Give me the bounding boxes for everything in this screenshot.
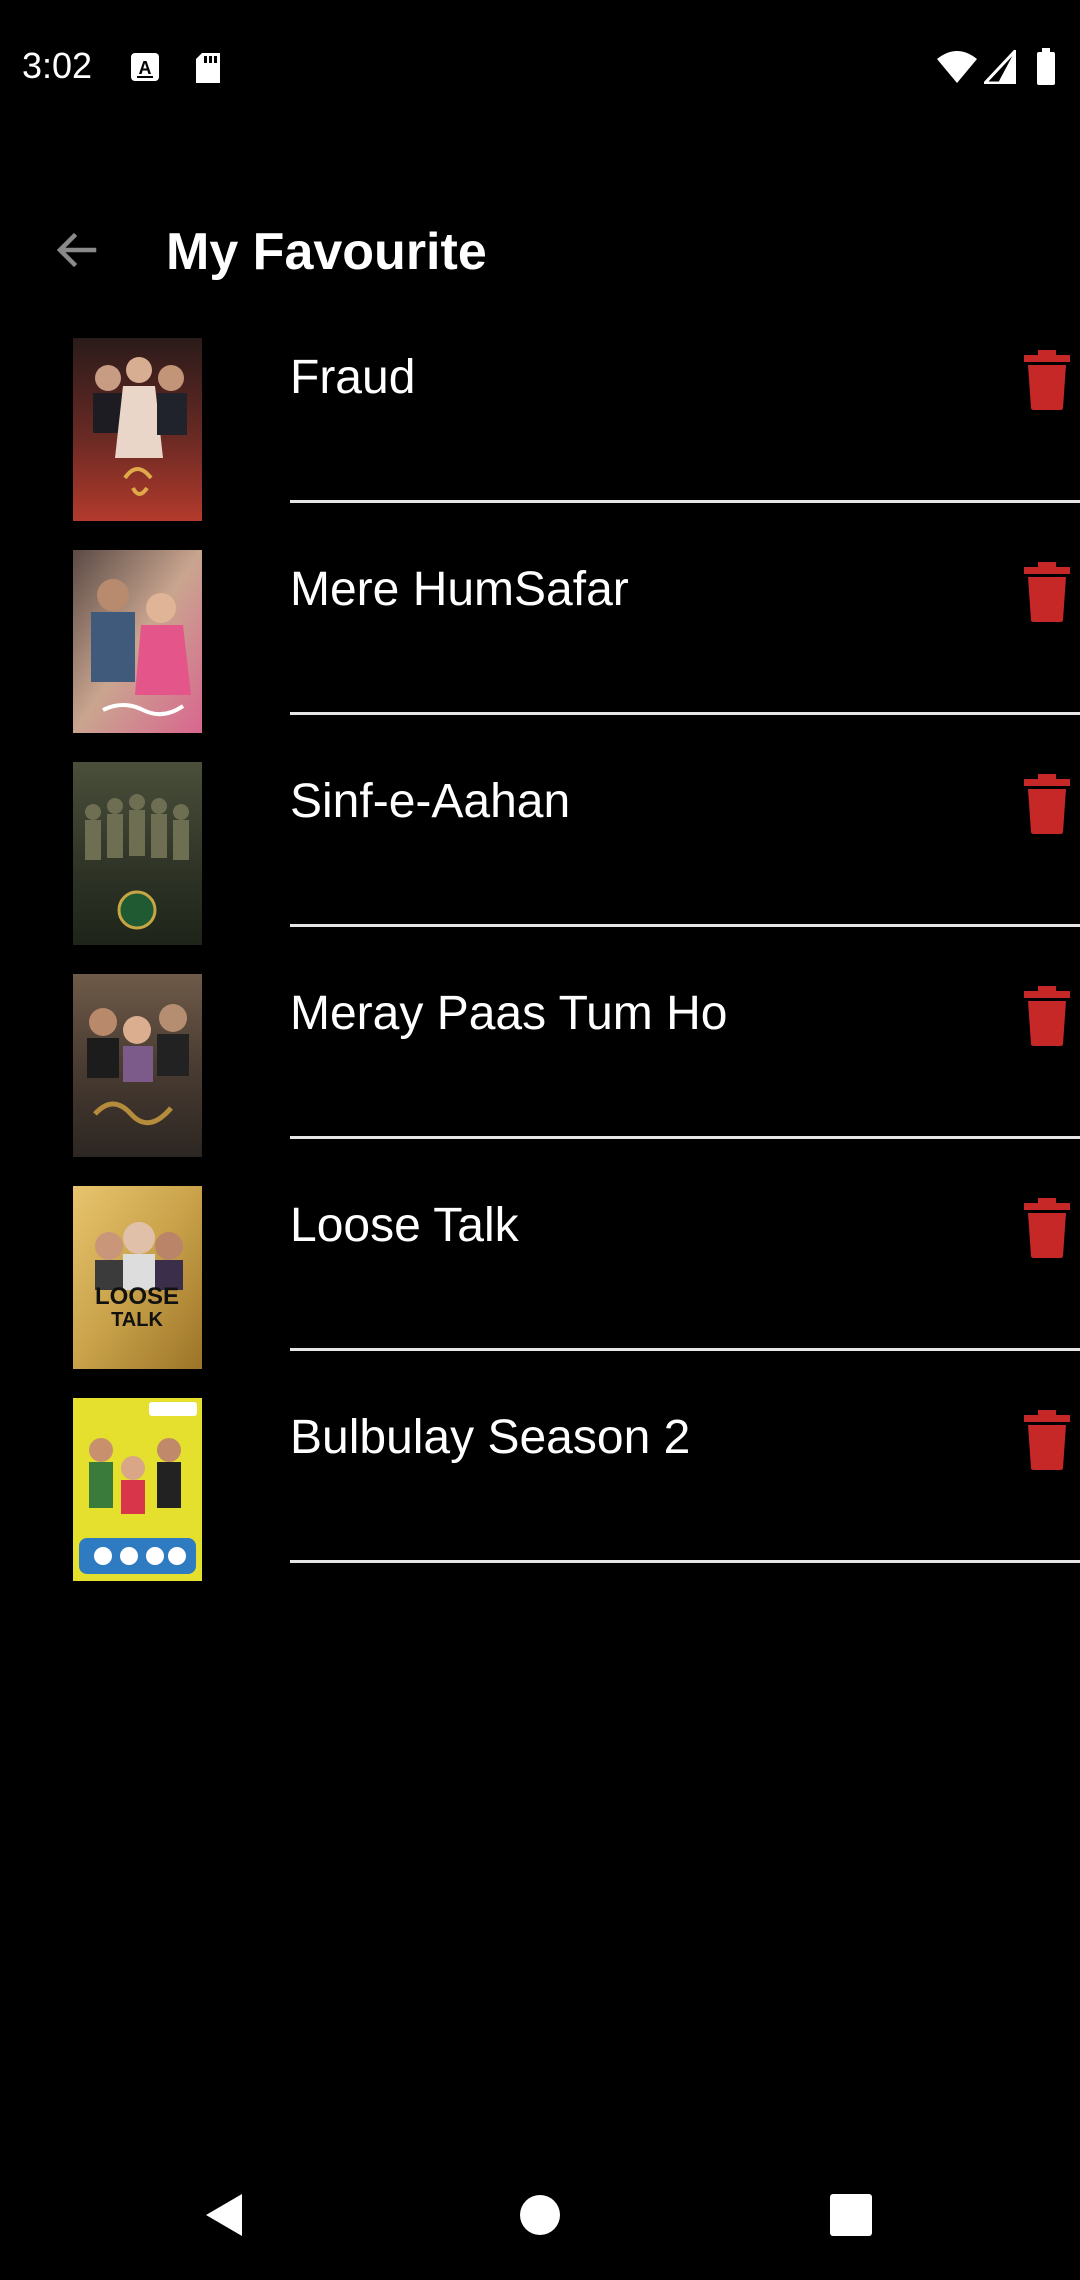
delete-button[interactable] <box>1020 1198 1074 1258</box>
divider <box>290 500 1080 503</box>
list-item-fraud[interactable]: Fraud <box>0 318 1080 530</box>
cell-signal-icon <box>981 47 1017 89</box>
divider <box>290 1560 1080 1563</box>
poster-thumbnail[interactable] <box>73 1398 202 1581</box>
home-circle-icon <box>515 2195 565 2244</box>
status-bar: 3:02 A <box>0 0 1080 134</box>
recents-square-icon <box>826 2194 876 2244</box>
divider <box>290 712 1080 715</box>
poster-thumbnail[interactable] <box>73 550 202 733</box>
poster-thumbnail[interactable]: LOOSE TALK <box>73 1186 202 1369</box>
trash-icon <box>1020 562 1074 626</box>
poster-thumbnail[interactable] <box>73 762 202 945</box>
delete-button[interactable] <box>1020 1410 1074 1470</box>
wifi-icon <box>936 50 978 89</box>
nav-home-button[interactable] <box>515 2190 565 2240</box>
trash-icon <box>1020 1410 1074 1474</box>
nav-back-button[interactable] <box>200 2190 250 2240</box>
item-title: Meray Paas Tum Ho <box>290 987 728 1040</box>
favourites-list: Fraud Mere HumSafar Sinf-e-Aahan Meray P… <box>0 318 1080 1590</box>
list-item-sinf-e-aahan[interactable]: Sinf-e-Aahan <box>0 742 1080 954</box>
svg-text:A: A <box>139 58 152 78</box>
trash-icon <box>1020 986 1074 1050</box>
trash-icon <box>1020 774 1074 838</box>
item-title: Sinf-e-Aahan <box>290 775 571 828</box>
page-title: My Favourite <box>166 223 487 281</box>
item-title: Mere HumSafar <box>290 563 629 616</box>
battery-icon <box>1036 48 1056 91</box>
system-nav-bar <box>0 2140 1080 2280</box>
divider <box>290 1136 1080 1139</box>
delete-button[interactable] <box>1020 774 1074 834</box>
back-triangle-icon <box>200 2194 250 2244</box>
item-title: Fraud <box>290 351 416 404</box>
list-item-mere-humsafar[interactable]: Mere HumSafar <box>0 530 1080 742</box>
poster-thumbnail[interactable] <box>73 338 202 521</box>
delete-button[interactable] <box>1020 562 1074 622</box>
trash-icon <box>1020 1198 1074 1262</box>
poster-thumbnail[interactable] <box>73 974 202 1157</box>
svg-text:TALK: TALK <box>111 1309 163 1331</box>
list-item-meray-paas-tum-ho[interactable]: Meray Paas Tum Ho <box>0 954 1080 1166</box>
delete-button[interactable] <box>1020 350 1074 410</box>
svg-text:LOOSE: LOOSE <box>95 1283 179 1310</box>
divider <box>290 924 1080 927</box>
list-item-bulbulay-season-2[interactable]: Bulbulay Season 2 <box>0 1378 1080 1590</box>
nav-recents-button[interactable] <box>826 2190 876 2240</box>
list-item-loose-talk[interactable]: LOOSE TALK Loose Talk <box>0 1166 1080 1378</box>
status-time: 3:02 <box>22 45 93 86</box>
trash-icon <box>1020 350 1074 414</box>
arrow-left-icon <box>52 226 100 279</box>
app-bar: My Favourite <box>0 190 1080 310</box>
item-title: Loose Talk <box>290 1199 519 1252</box>
keyboard-a-icon: A <box>130 52 160 87</box>
sd-card-icon <box>194 52 222 89</box>
delete-button[interactable] <box>1020 986 1074 1046</box>
item-title: Bulbulay Season 2 <box>290 1411 691 1464</box>
back-button[interactable] <box>40 216 112 288</box>
divider <box>290 1348 1080 1351</box>
